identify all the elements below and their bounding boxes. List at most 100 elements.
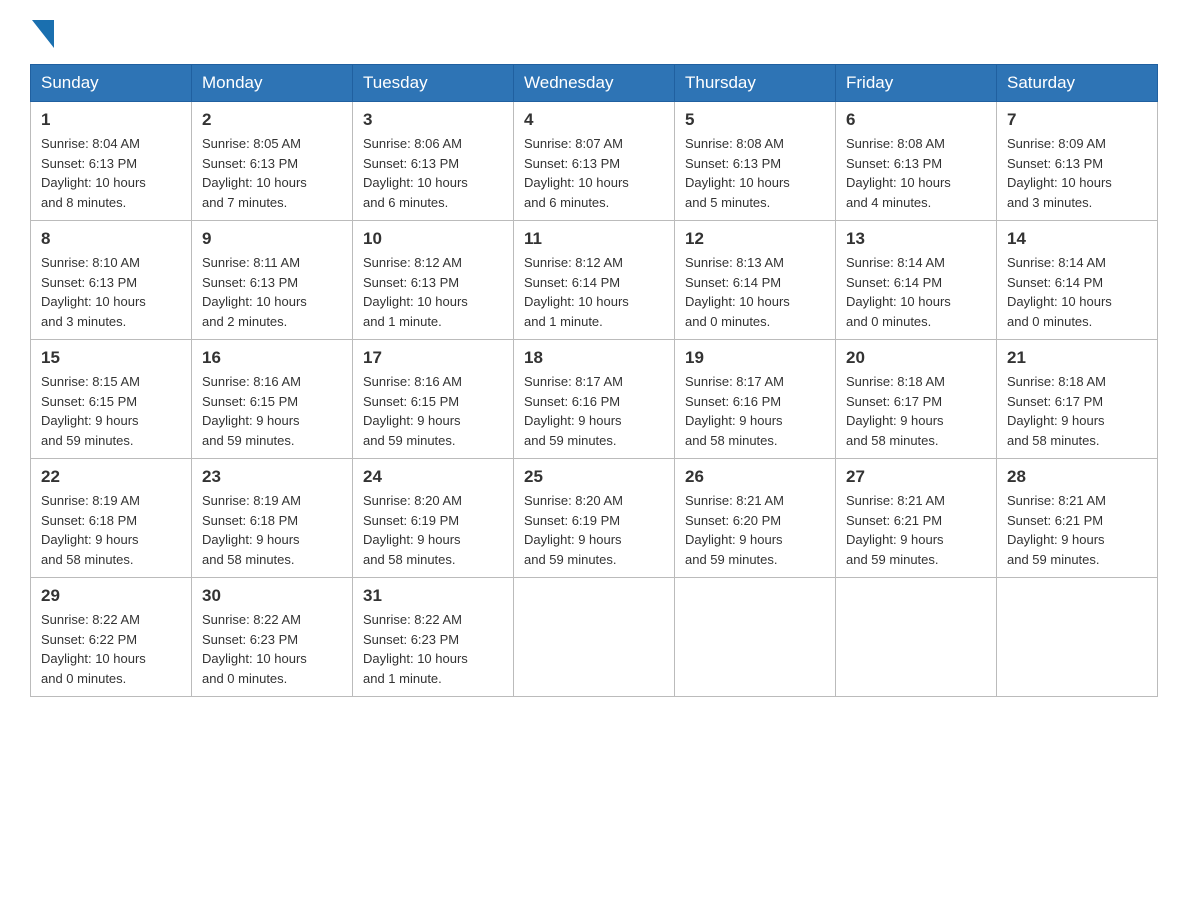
calendar-cell: 5 Sunrise: 8:08 AMSunset: 6:13 PMDaylight… [675,102,836,221]
calendar-cell: 19 Sunrise: 8:17 AMSunset: 6:16 PMDayligh… [675,340,836,459]
calendar-cell: 29 Sunrise: 8:22 AMSunset: 6:22 PMDayligh… [31,578,192,697]
calendar-cell: 15 Sunrise: 8:15 AMSunset: 6:15 PMDayligh… [31,340,192,459]
calendar-week-row: 15 Sunrise: 8:15 AMSunset: 6:15 PMDayligh… [31,340,1158,459]
calendar-cell: 4 Sunrise: 8:07 AMSunset: 6:13 PMDaylight… [514,102,675,221]
logo [30,20,54,44]
day-info: Sunrise: 8:16 AMSunset: 6:15 PMDaylight:… [202,372,342,450]
calendar-cell: 8 Sunrise: 8:10 AMSunset: 6:13 PMDaylight… [31,221,192,340]
day-number: 21 [1007,348,1147,368]
day-info: Sunrise: 8:21 AMSunset: 6:21 PMDaylight:… [1007,491,1147,569]
day-number: 31 [363,586,503,606]
day-info: Sunrise: 8:20 AMSunset: 6:19 PMDaylight:… [524,491,664,569]
day-info: Sunrise: 8:06 AMSunset: 6:13 PMDaylight:… [363,134,503,212]
day-number: 3 [363,110,503,130]
calendar-cell: 12 Sunrise: 8:13 AMSunset: 6:14 PMDayligh… [675,221,836,340]
day-info: Sunrise: 8:04 AMSunset: 6:13 PMDaylight:… [41,134,181,212]
page-header [30,20,1158,44]
calendar-header-thursday: Thursday [675,65,836,102]
day-number: 18 [524,348,664,368]
calendar-header-tuesday: Tuesday [353,65,514,102]
calendar-cell: 7 Sunrise: 8:09 AMSunset: 6:13 PMDaylight… [997,102,1158,221]
calendar-cell: 28 Sunrise: 8:21 AMSunset: 6:21 PMDayligh… [997,459,1158,578]
day-info: Sunrise: 8:08 AMSunset: 6:13 PMDaylight:… [846,134,986,212]
day-info: Sunrise: 8:12 AMSunset: 6:13 PMDaylight:… [363,253,503,331]
day-number: 19 [685,348,825,368]
day-number: 22 [41,467,181,487]
day-number: 13 [846,229,986,249]
day-number: 17 [363,348,503,368]
day-number: 8 [41,229,181,249]
logo-triangle-icon [32,20,54,48]
calendar-week-row: 8 Sunrise: 8:10 AMSunset: 6:13 PMDaylight… [31,221,1158,340]
calendar-cell [675,578,836,697]
day-info: Sunrise: 8:10 AMSunset: 6:13 PMDaylight:… [41,253,181,331]
calendar-week-row: 29 Sunrise: 8:22 AMSunset: 6:22 PMDayligh… [31,578,1158,697]
calendar-cell: 25Sunrise: 8:20 AMSunset: 6:19 PMDayligh… [514,459,675,578]
calendar-table: SundayMondayTuesdayWednesdayThursdayFrid… [30,64,1158,697]
calendar-cell: 17 Sunrise: 8:16 AMSunset: 6:15 PMDayligh… [353,340,514,459]
calendar-cell: 16 Sunrise: 8:16 AMSunset: 6:15 PMDayligh… [192,340,353,459]
day-info: Sunrise: 8:11 AMSunset: 6:13 PMDaylight:… [202,253,342,331]
day-number: 9 [202,229,342,249]
day-info: Sunrise: 8:18 AMSunset: 6:17 PMDaylight:… [1007,372,1147,450]
calendar-cell: 10 Sunrise: 8:12 AMSunset: 6:13 PMDayligh… [353,221,514,340]
calendar-cell [997,578,1158,697]
day-info: Sunrise: 8:09 AMSunset: 6:13 PMDaylight:… [1007,134,1147,212]
calendar-cell: 27Sunrise: 8:21 AMSunset: 6:21 PMDayligh… [836,459,997,578]
day-info: Sunrise: 8:19 AMSunset: 6:18 PMDaylight:… [202,491,342,569]
day-info: Sunrise: 8:15 AMSunset: 6:15 PMDaylight:… [41,372,181,450]
day-number: 14 [1007,229,1147,249]
day-info: Sunrise: 8:14 AMSunset: 6:14 PMDaylight:… [846,253,986,331]
calendar-cell: 18 Sunrise: 8:17 AMSunset: 6:16 PMDayligh… [514,340,675,459]
day-info: Sunrise: 8:22 AMSunset: 6:22 PMDaylight:… [41,610,181,688]
calendar-cell: 1Sunrise: 8:04 AMSunset: 6:13 PMDaylight… [31,102,192,221]
calendar-cell: 11Sunrise: 8:12 AMSunset: 6:14 PMDayligh… [514,221,675,340]
calendar-week-row: 1Sunrise: 8:04 AMSunset: 6:13 PMDaylight… [31,102,1158,221]
day-number: 12 [685,229,825,249]
day-info: Sunrise: 8:08 AMSunset: 6:13 PMDaylight:… [685,134,825,212]
day-number: 26 [685,467,825,487]
calendar-cell: 24Sunrise: 8:20 AMSunset: 6:19 PMDayligh… [353,459,514,578]
calendar-cell: 3 Sunrise: 8:06 AMSunset: 6:13 PMDaylight… [353,102,514,221]
day-info: Sunrise: 8:14 AMSunset: 6:14 PMDaylight:… [1007,253,1147,331]
calendar-cell: 2 Sunrise: 8:05 AMSunset: 6:13 PMDaylight… [192,102,353,221]
day-number: 27 [846,467,986,487]
calendar-header-monday: Monday [192,65,353,102]
day-number: 15 [41,348,181,368]
day-number: 7 [1007,110,1147,130]
day-number: 6 [846,110,986,130]
day-number: 5 [685,110,825,130]
calendar-header-sunday: Sunday [31,65,192,102]
day-number: 16 [202,348,342,368]
calendar-cell [514,578,675,697]
calendar-header-row: SundayMondayTuesdayWednesdayThursdayFrid… [31,65,1158,102]
day-info: Sunrise: 8:12 AMSunset: 6:14 PMDaylight:… [524,253,664,331]
day-number: 10 [363,229,503,249]
day-info: Sunrise: 8:07 AMSunset: 6:13 PMDaylight:… [524,134,664,212]
day-info: Sunrise: 8:20 AMSunset: 6:19 PMDaylight:… [363,491,503,569]
day-info: Sunrise: 8:18 AMSunset: 6:17 PMDaylight:… [846,372,986,450]
day-number: 29 [41,586,181,606]
calendar-cell: 30Sunrise: 8:22 AMSunset: 6:23 PMDayligh… [192,578,353,697]
calendar-cell: 22 Sunrise: 8:19 AMSunset: 6:18 PMDayligh… [31,459,192,578]
calendar-cell [836,578,997,697]
day-number: 2 [202,110,342,130]
day-info: Sunrise: 8:22 AMSunset: 6:23 PMDaylight:… [363,610,503,688]
day-number: 4 [524,110,664,130]
day-info: Sunrise: 8:16 AMSunset: 6:15 PMDaylight:… [363,372,503,450]
calendar-cell: 9 Sunrise: 8:11 AMSunset: 6:13 PMDaylight… [192,221,353,340]
calendar-header-wednesday: Wednesday [514,65,675,102]
day-info: Sunrise: 8:13 AMSunset: 6:14 PMDaylight:… [685,253,825,331]
calendar-header-friday: Friday [836,65,997,102]
day-info: Sunrise: 8:17 AMSunset: 6:16 PMDaylight:… [524,372,664,450]
day-info: Sunrise: 8:22 AMSunset: 6:23 PMDaylight:… [202,610,342,688]
day-number: 20 [846,348,986,368]
day-info: Sunrise: 8:17 AMSunset: 6:16 PMDaylight:… [685,372,825,450]
calendar-cell: 6 Sunrise: 8:08 AMSunset: 6:13 PMDaylight… [836,102,997,221]
day-number: 28 [1007,467,1147,487]
calendar-cell: 23Sunrise: 8:19 AMSunset: 6:18 PMDayligh… [192,459,353,578]
day-info: Sunrise: 8:19 AMSunset: 6:18 PMDaylight:… [41,491,181,569]
calendar-cell: 31 Sunrise: 8:22 AMSunset: 6:23 PMDayligh… [353,578,514,697]
day-info: Sunrise: 8:05 AMSunset: 6:13 PMDaylight:… [202,134,342,212]
calendar-header-saturday: Saturday [997,65,1158,102]
